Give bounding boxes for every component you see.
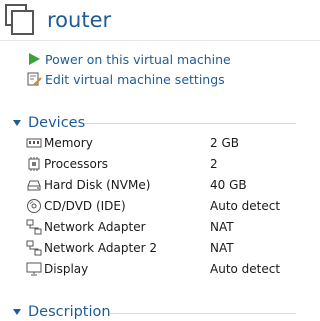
- device-name: Display: [44, 262, 89, 276]
- play-icon: [29, 53, 40, 65]
- devices-section-title: Devices: [28, 115, 86, 131]
- memory-icon: [26, 138, 42, 148]
- description-section-title: Description: [28, 304, 111, 320]
- header-divider: [0, 40, 320, 41]
- device-name: Memory: [44, 136, 93, 150]
- edit-settings-action[interactable]: Edit virtual machine settings: [26, 70, 225, 88]
- devices-section-toggle[interactable]: Devices: [12, 114, 85, 132]
- device-value: NAT: [210, 241, 234, 255]
- device-row-network-adapter[interactable]: Network Adapter NAT: [26, 217, 306, 237]
- vm-name-title: router: [47, 8, 112, 32]
- network-adapter-icon: [26, 240, 42, 256]
- device-row-memory[interactable]: Memory 2 GB: [26, 133, 306, 153]
- device-row-hard-disk[interactable]: Hard Disk (NVMe) 40 GB: [26, 175, 306, 195]
- description-section-toggle[interactable]: Description: [12, 303, 111, 321]
- device-value: Auto detect: [210, 262, 281, 276]
- edit-settings-icon: [27, 72, 42, 86]
- power-on-label: Power on this virtual machine: [45, 51, 231, 67]
- caret-down-icon: [13, 120, 21, 126]
- device-value: 2: [210, 157, 218, 171]
- device-value: 40 GB: [210, 178, 247, 192]
- device-name: Network Adapter: [44, 220, 146, 234]
- device-row-display[interactable]: Display Auto detect: [26, 259, 306, 279]
- devices-section-divider: [84, 123, 296, 124]
- processor-icon: [28, 157, 40, 171]
- cd-dvd-icon: [27, 199, 41, 213]
- power-on-action[interactable]: Power on this virtual machine: [26, 50, 231, 68]
- display-icon: [26, 262, 42, 276]
- network-adapter-icon: [26, 219, 42, 235]
- device-name: Network Adapter 2: [44, 241, 157, 255]
- edit-settings-label: Edit virtual machine settings: [45, 71, 225, 87]
- device-row-processors[interactable]: Processors 2: [26, 154, 306, 174]
- device-row-cd-dvd[interactable]: CD/DVD (IDE) Auto detect: [26, 196, 306, 216]
- device-value: NAT: [210, 220, 234, 234]
- device-value: Auto detect: [210, 199, 281, 213]
- device-name: CD/DVD (IDE): [44, 199, 126, 213]
- vm-header: router: [0, 0, 320, 40]
- virtual-machine-icon: [5, 4, 34, 35]
- device-name: Hard Disk (NVMe): [44, 178, 151, 192]
- device-name: Processors: [44, 157, 109, 171]
- device-value: 2 GB: [210, 136, 239, 150]
- description-section-divider: [110, 313, 296, 314]
- device-row-network-adapter-2[interactable]: Network Adapter 2 NAT: [26, 238, 306, 258]
- hard-disk-icon: [27, 180, 41, 191]
